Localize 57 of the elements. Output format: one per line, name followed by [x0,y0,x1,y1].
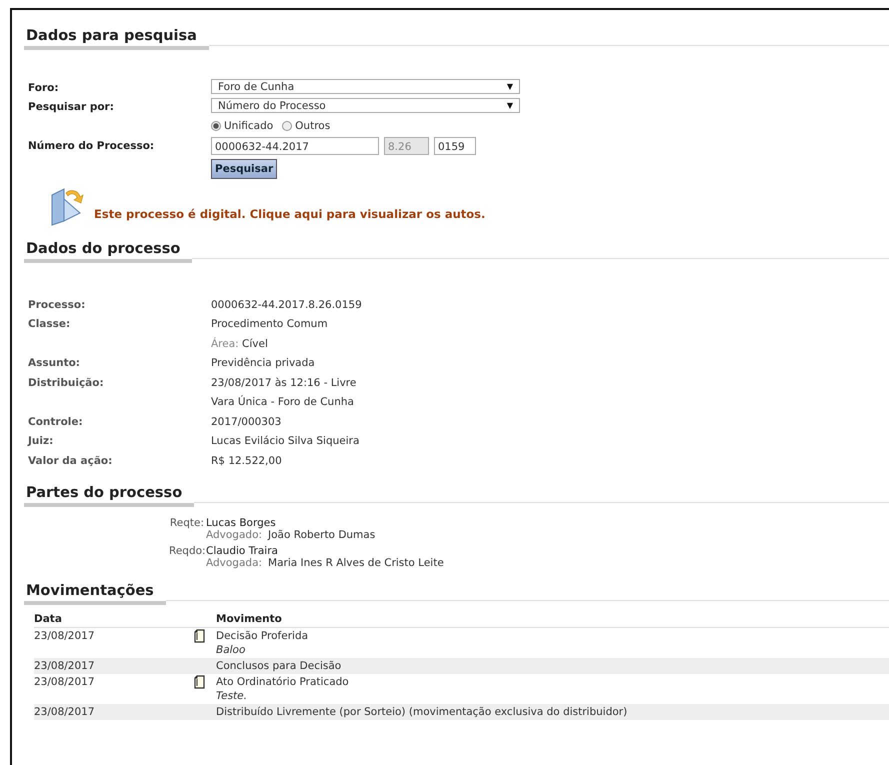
field-value: 23/08/2017 às 12:16 - Livre [211,376,356,389]
section-title: Partes do processo [24,484,194,506]
field-label: Controle: [28,416,84,428]
field-label: Número do Processo: [28,140,156,152]
input-field[interactable]: 0000632-44.2017 [211,136,379,154]
lawyer-name: João Roberto Dumas [268,528,376,540]
section-title: Dados para pesquisa [24,28,209,50]
table-cell-text: 23/08/2017 [34,704,96,718]
table-cell-text: 23/08/2017 [34,674,96,688]
radio-button[interactable] [282,121,292,131]
field-label: Distribuição: [28,376,105,389]
dropdown[interactable]: Número do Processo ▼ [211,98,520,113]
search-button[interactable]: Pesquisar [211,159,278,179]
digital-process-link[interactable]: Este processo é digital. Clique aqui para visualizar os autos. [94,207,486,227]
party-role: Reqte: [169,516,204,530]
section-title: Movimentações [24,582,166,604]
movement-text: Distribuído Livremente (por Sorteio) (movimentação exclusiva do distribuidor) [216,704,628,718]
lawyer-name: Maria Ines R Alves de Cristo Leite [268,556,444,568]
movement-note: Baloo [216,642,246,656]
field-value: Vara Única - Foro de Cunha [211,396,354,408]
field-label: Assunto: [28,357,82,370]
lawyer-label: Advogado: [206,528,262,540]
movement-text[interactable]: Decisão Proferida [216,628,889,642]
field-value: Lucas Evilácio Silva Siqueira [211,435,360,448]
field-value: 2017/000303 [211,416,282,428]
folder-icon [50,187,84,227]
movement-note: Teste. [216,688,248,702]
field-label: Processo: [28,298,86,311]
field-value: 0000632-44.2017.8.26.0159 [211,298,362,311]
field-value: Cível [242,338,268,350]
party-name: Claudio Traira [206,544,279,556]
movement-text[interactable]: Ato Ordinatório Praticado [216,674,889,688]
section-title: Dados do processo [24,241,192,263]
document-icon[interactable] [194,674,205,688]
radio-label: Outros [295,120,330,132]
field-label: Valor da ação: [28,454,114,467]
field-label: Pesquisar por: [28,100,115,112]
table-cell-text: 23/08/2017 [34,628,96,642]
input-field[interactable]: 0159 [434,136,476,154]
document-icon[interactable] [194,628,205,642]
field-label: Foro: [28,82,60,94]
column-header: Movimento [216,612,283,626]
field-value: Previdência privada [211,357,315,370]
party-role: Reqdo: [169,544,204,558]
dropdown[interactable]: Foro de Cunha ▼ [211,79,520,94]
field-label: Juiz: [28,435,54,448]
field-value: R$ 12.522,00 [211,454,282,467]
field-label: Classe: [28,318,72,330]
radio-button[interactable] [211,121,221,131]
table-cell-text: 23/08/2017 [34,658,96,672]
radio-label: Unificado [224,120,274,132]
movement-text: Conclusos para Decisão [216,658,342,672]
party-name: Lucas Borges [206,516,277,528]
column-header: Data [34,612,63,626]
lawyer-label: Advogada: [206,556,262,568]
field-value: Procedimento Comum [211,318,328,330]
field-label: Área: [211,338,239,350]
